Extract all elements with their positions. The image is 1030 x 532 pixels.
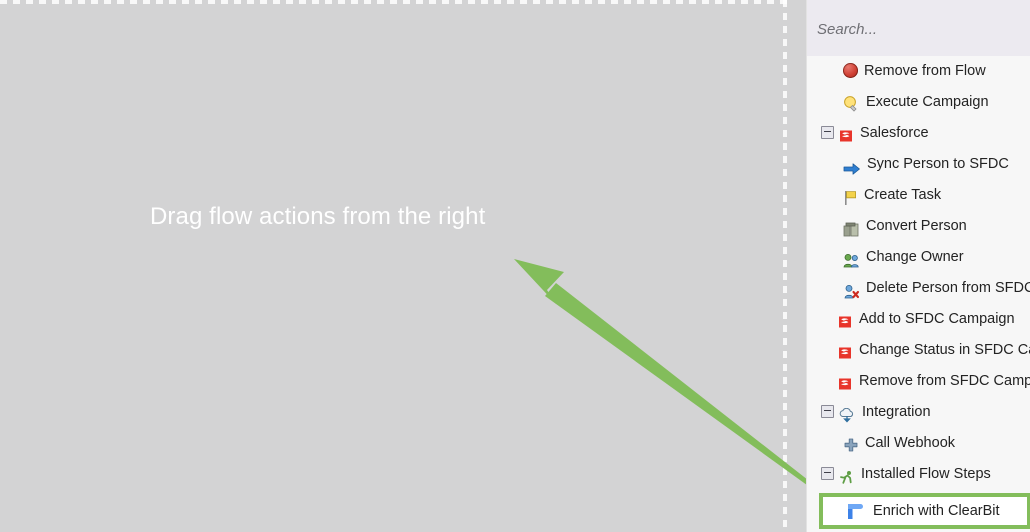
tree-expander-icon[interactable] <box>821 126 834 139</box>
flow-action-label: Convert Person <box>866 218 967 234</box>
flow-builder-screen: Drag flow actions from the right Remove … <box>0 0 1030 532</box>
cloud-icon <box>838 404 856 423</box>
flow-action-label: Remove from SFDC Campaign <box>859 373 1030 389</box>
flow-actions-tree[interactable]: Remove from Flow Execute Campaign Salesfor… <box>807 56 1030 532</box>
flow-canvas[interactable]: Drag flow actions from the right <box>0 0 806 532</box>
flow-action-create-task[interactable]: Create Task <box>807 180 1030 211</box>
flow-action-delete-person-from-sfdc[interactable]: Delete Person from SFDC <box>807 273 1030 304</box>
change-owner-icon <box>843 249 860 268</box>
salesforce-icon <box>837 342 853 358</box>
flow-action-call-webhook[interactable]: Call Webhook <box>807 428 1030 459</box>
canvas-hint-text: Drag flow actions from the right <box>150 203 486 230</box>
flow-actions-panel: Remove from Flow Execute Campaign Salesfor… <box>806 0 1030 532</box>
tree-group-label: Installed Flow Steps <box>861 466 991 482</box>
convert-person-icon <box>843 218 860 237</box>
flow-action-label: Remove from Flow <box>864 63 986 79</box>
tree-group-salesforce[interactable]: Salesforce <box>807 118 1030 149</box>
flow-action-remove-from-flow[interactable]: Remove from Flow <box>807 56 1030 87</box>
webhook-icon <box>843 435 859 451</box>
flow-action-label: Call Webhook <box>865 435 956 451</box>
flow-action-label: Change Status in SFDC Campaign <box>859 342 1030 358</box>
tree-group-integration[interactable]: Integration <box>807 397 1030 428</box>
tree-group-label: Salesforce <box>860 125 929 141</box>
salesforce-icon <box>838 125 854 141</box>
tree-expander-icon[interactable] <box>821 405 834 418</box>
red-circle-icon <box>843 63 858 78</box>
search-input[interactable] <box>817 21 1017 38</box>
salesforce-icon <box>837 311 853 327</box>
flow-action-label: Enrich with ClearBit <box>873 503 1000 520</box>
flag-icon <box>843 187 858 205</box>
flow-action-remove-from-sfdc-campaign[interactable]: Remove from SFDC Campaign <box>807 366 1030 397</box>
flow-action-label: Create Task <box>864 187 942 203</box>
flow-action-label: Add to SFDC Campaign <box>859 311 1015 327</box>
delete-person-icon <box>843 280 860 299</box>
flow-action-add-to-sfdc-campaign[interactable]: Add to SFDC Campaign <box>807 304 1030 335</box>
flow-action-change-owner[interactable]: Change Owner <box>807 242 1030 273</box>
salesforce-icon <box>837 373 853 389</box>
flow-action-enrich-with-clearbit[interactable]: Enrich with ClearBit <box>819 493 1030 529</box>
tree-group-label: Integration <box>862 404 931 420</box>
canvas-drop-border-top <box>0 0 790 4</box>
flow-action-convert-person[interactable]: Convert Person <box>807 211 1030 242</box>
flow-action-label: Delete Person from SFDC <box>866 280 1030 296</box>
lightbulb-icon <box>843 93 860 112</box>
tree-group-installed-flow-steps[interactable]: Installed Flow Steps <box>807 459 1030 490</box>
blue-arrow-icon <box>843 157 861 175</box>
flow-action-sync-person-to-sfdc[interactable]: Sync Person to SFDC <box>807 149 1030 180</box>
canvas-drop-border-right <box>783 0 787 532</box>
clearbit-icon <box>847 502 863 519</box>
search-container[interactable] <box>807 0 1030 56</box>
flow-action-label: Execute Campaign <box>866 94 989 110</box>
runner-icon <box>838 466 855 484</box>
tree-expander-icon[interactable] <box>821 467 834 480</box>
flow-action-execute-campaign[interactable]: Execute Campaign <box>807 87 1030 118</box>
flow-action-change-status-in-sfdc-campaign[interactable]: Change Status in SFDC Campaign <box>807 335 1030 366</box>
flow-action-label: Sync Person to SFDC <box>867 156 1009 172</box>
flow-action-label: Change Owner <box>866 249 964 265</box>
